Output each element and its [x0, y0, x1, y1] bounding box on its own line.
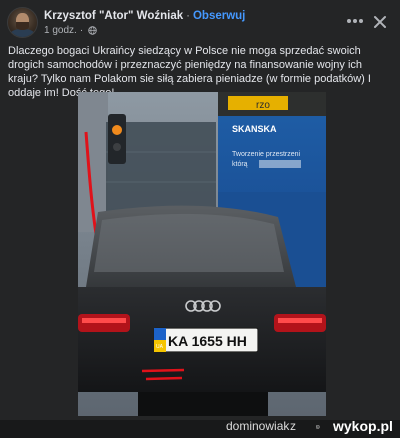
- close-icon[interactable]: [370, 12, 390, 32]
- post-photo[interactable]: rzo SKANSKA Tworzenie przestrzeni którą …: [78, 92, 326, 416]
- meta-separator: ·: [79, 25, 84, 36]
- red-underline-2: [145, 376, 183, 381]
- author-avatar[interactable]: [7, 7, 38, 38]
- plate-country: UA: [156, 344, 164, 350]
- plate-number: KA 1655 HH: [168, 333, 247, 349]
- watermark-username: dominowiak: [226, 419, 290, 433]
- follow-button[interactable]: Obserwuj: [193, 10, 245, 22]
- wykop-logo-icon: [316, 425, 320, 429]
- bus-slogan-line1: Tworzenie przestrzeni: [232, 151, 301, 158]
- license-plate: UA KA 1655 HH: [153, 327, 259, 353]
- post-meta: 1 godz. ·: [44, 25, 97, 36]
- more-icon[interactable]: [344, 12, 366, 30]
- post-time[interactable]: 1 godz.: [44, 25, 77, 36]
- author-name[interactable]: Krzysztof "Ator" Woźniak: [44, 10, 183, 22]
- watermark-site: wykop.pl: [333, 418, 393, 434]
- bus-top-text: rzo: [256, 100, 270, 111]
- bus-slogan-line2: którą: [232, 161, 248, 168]
- watermark-z: z: [290, 419, 296, 433]
- facebook-post: Krzysztof "Ator" Woźniak · Obserwuj 1 godz…: [0, 0, 400, 420]
- author-row: Krzysztof "Ator" Woźniak · Obserwuj: [44, 10, 245, 22]
- globe-icon: [88, 26, 97, 35]
- red-underline-1: [141, 368, 185, 373]
- separator-dot: ·: [186, 10, 190, 22]
- bus-brand-text: SKANSKA: [232, 124, 277, 134]
- post-header: Krzysztof "Ator" Woźniak · Obserwuj 1 godz…: [0, 0, 400, 44]
- traffic-light: [108, 114, 126, 164]
